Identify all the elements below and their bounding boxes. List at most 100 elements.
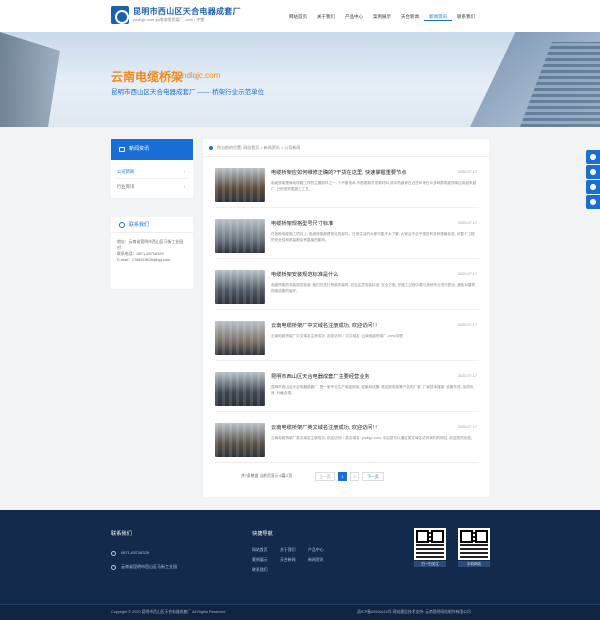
article-summary: 电缆桥架的安装规范标准: 我们在进行桥架安装时, 应当注意安装标准, 安全方面,…	[271, 283, 476, 293]
logo-subtitle: yndlqjc.com 云南电缆桥架厂 .com / 冲塑	[133, 17, 205, 22]
footer-link-about[interactable]: 关于我们	[280, 547, 296, 553]
message-icon[interactable]	[586, 180, 600, 194]
sidebar-item-company-news[interactable]: 公司新闻 ›	[117, 164, 187, 179]
article-title[interactable]: 电缆桥架安装规范标准是什么	[271, 271, 441, 278]
footer-bottom-bar: Copyright © 2020 昆明市西山区天合电器成套厂 All Right…	[0, 604, 600, 620]
logo-icon[interactable]	[111, 6, 129, 24]
footer-contact-title: 联系我们	[111, 531, 132, 537]
article-thumbnail[interactable]	[215, 270, 265, 304]
article-thumbnail[interactable]	[215, 423, 265, 457]
footer-links-title: 快捷导航	[252, 531, 273, 537]
qq-icon[interactable]	[586, 165, 600, 179]
nav-news[interactable]: 新闻资讯	[424, 12, 452, 21]
article-title[interactable]: 昆明市西山区天合电器成套厂主要经营业务	[271, 373, 441, 380]
article-summary: 昆明市西山区天合电器成套厂, 是一家专业生产电缆桥架, 密集母线槽, 低压配电柜…	[271, 385, 474, 395]
nav-tianhe-news[interactable]: 天合新闻	[396, 12, 424, 21]
article-item[interactable]: 云南电缆桥架厂英文域名注册成功, 欢迎访问! ! 2020.07.17 云南电缆桥架…	[215, 421, 479, 463]
article-item[interactable]: 电缆桥架规格型号尺寸标准 2020.07.17 在各种电缆施工项目上, 电缆桥架都是…	[215, 217, 479, 259]
top-header: 昆明市西山区天合电器成套厂 yndlqjc.com 云南电缆桥架厂 .com /…	[0, 0, 600, 32]
article-item[interactable]: 电缆桥架安装规范标准是什么 2020.07.17 电缆桥架的安装规范标准: 我们在进…	[215, 268, 479, 310]
article-image	[215, 168, 265, 202]
sidebar-item-label: 行业资讯	[117, 184, 135, 189]
article-image	[215, 423, 265, 457]
footer-link-products[interactable]: 产品中心	[308, 547, 324, 553]
floating-toolbar	[586, 150, 600, 210]
article-date: 2020.07.17	[457, 425, 477, 429]
footer-link-news[interactable]: 新闻资讯	[308, 557, 324, 563]
article-item[interactable]: 昆明市西山区天合电器成套厂主要经营业务 2020.07.17 昆明市西山区天合电器成…	[215, 370, 479, 412]
contact-body: 地址：云南省昆明市西山区马街工业园 村 联系电话：0871-65716329 E…	[111, 233, 193, 269]
qr-caption-mobile: 手机网站	[458, 561, 490, 567]
sidebar-title: 新闻资讯	[129, 146, 150, 152]
article-date: 2020.07.17	[457, 374, 477, 378]
nav-home[interactable]: 网站首页	[284, 12, 312, 21]
article-summary: 云南电缆桥架厂英文域名注册成功, 欢迎访问! ! 英文域名: yndlqjc.c…	[271, 436, 475, 440]
article-image	[215, 321, 265, 355]
article-image	[215, 270, 265, 304]
main-nav: 网站首页 关于我们 产品中心 案例展示 天合新闻 新闻资讯 联系我们	[284, 12, 480, 21]
article-title[interactable]: 电缆桥架应如何维修正确的?干货在这里, 快速掌握重要节点	[271, 169, 441, 176]
banner-url: yndlqjc.com	[178, 71, 221, 80]
article-summary: 在各种电缆施工项目上, 电缆桥架都是常见的部件。日常生活的大家可能不太了解, 大…	[271, 232, 475, 242]
news-icon	[119, 147, 125, 152]
contact-icon	[119, 222, 125, 228]
footer-link-tianhe-news[interactable]: 天合新闻	[280, 557, 296, 563]
pagination: 共7条数据 当前页显示 6篇/2页 上一页 1 2 下一页	[223, 472, 473, 482]
footer-link-home[interactable]: 网站首页	[252, 547, 268, 553]
article-date: 2020.07.17	[457, 170, 477, 174]
footer-address: 云南省昆明市西山区马街工业园	[121, 564, 177, 569]
phone-icon[interactable]	[586, 150, 600, 164]
footer-link-contact[interactable]: 联系我们	[252, 567, 268, 573]
article-thumbnail[interactable]	[215, 219, 265, 253]
footer-link-cases[interactable]: 案例展示	[252, 557, 268, 563]
chevron-right-icon: ›	[183, 169, 185, 174]
prev-page-button[interactable]: 上一页	[315, 472, 335, 481]
icp-text[interactable]: 滇ICP备20006416号 网站建设技术支持: 云南昆明网站制作有限公司	[357, 610, 471, 615]
article-date: 2020.07.17	[457, 221, 477, 225]
qr-caption-follow: 扫一扫关注	[414, 561, 446, 567]
banner-title: 云南电缆桥架	[111, 70, 184, 84]
contact-email: E-mail：1768219026@qq.com	[117, 257, 171, 262]
sidebar: 新闻资讯 公司新闻 › 行业资讯 ›	[111, 139, 193, 198]
copyright-text: Copyright © 2020 昆明市西山区天合电器成套厂 All Right…	[111, 610, 226, 614]
page-1-button[interactable]: 1	[338, 472, 347, 481]
article-date: 2020.07.17	[457, 323, 477, 327]
contact-title: 联系我们	[129, 222, 150, 228]
nav-about[interactable]: 关于我们	[312, 12, 340, 21]
qr-code-follow	[414, 528, 446, 560]
article-summary: 云南电缆桥架厂中文域名注册成功, 欢迎访问! ! 中文域名: 云南电缆桥架厂.c…	[271, 334, 403, 338]
breadcrumb-text[interactable]: 你当前的位置: 网站首页 > 新闻资讯 > 公司新闻	[217, 145, 300, 150]
contact-address: 地址：云南省昆明市西山区马街工业园	[117, 239, 184, 244]
article-item[interactable]: 电缆桥架应如何维修正确的?干货在这里, 快速掌握重要节点 2020.07.17 电缆…	[215, 166, 479, 208]
article-date: 2020.07.17	[457, 272, 477, 276]
chevron-right-icon: ›	[183, 184, 185, 189]
banner-subtitle: 昆明市西山区天合电器成套厂 —— 桥架行业示范单位	[111, 89, 265, 96]
wechat-icon[interactable]	[586, 195, 600, 209]
location-icon	[111, 565, 116, 570]
sidebar-item-label: 公司新闻	[117, 169, 135, 174]
page-2-button[interactable]: 2	[350, 472, 359, 481]
sidebar-item-industry-news[interactable]: 行业资讯 ›	[117, 179, 187, 194]
sidebar-contact: 联系我们 地址：云南省昆明市西山区马街工业园 村 联系电话：0871-65716…	[111, 217, 193, 289]
pagination-info: 共7条数据 当前页显示 6篇/2页	[241, 474, 293, 478]
logo-title[interactable]: 昆明市西山区天合电器成套厂	[133, 6, 241, 17]
footer: 联系我们 0871-65716329 云南省昆明市西山区马街工业园 快捷导航 网…	[0, 510, 600, 620]
nav-contact[interactable]: 联系我们	[452, 12, 480, 21]
article-summary: 电缆桥架是输电线路工作的主要部件之一, 个不断技术,不断更新开发新材料,其中热镀…	[271, 181, 477, 191]
article-title[interactable]: 云南电缆桥架厂英文域名注册成功, 欢迎访问! !	[271, 424, 441, 431]
next-page-button[interactable]: 下一页	[362, 472, 384, 481]
article-thumbnail[interactable]	[215, 168, 265, 202]
nav-products[interactable]: 产品中心	[340, 12, 368, 21]
article-title[interactable]: 电缆桥架规格型号尺寸标准	[271, 220, 441, 227]
article-image	[215, 219, 265, 253]
article-thumbnail[interactable]	[215, 321, 265, 355]
hero-banner: 云南电缆桥架 yndlqjc.com 昆明市西山区天合电器成套厂 —— 桥架行业…	[0, 32, 600, 127]
article-thumbnail[interactable]	[215, 372, 265, 406]
article-title[interactable]: 云南电缆桥架厂中文域名注册成功, 欢迎访问! !	[271, 322, 441, 329]
qr-code-mobile	[458, 528, 490, 560]
location-icon	[209, 146, 213, 150]
sidebar-list: 公司新闻 › 行业资讯 ›	[111, 160, 193, 198]
article-item[interactable]: 云南电缆桥架厂中文域名注册成功, 欢迎访问! ! 2020.07.17 云南电缆桥架…	[215, 319, 479, 361]
nav-cases[interactable]: 案例展示	[368, 12, 396, 21]
article-image	[215, 372, 265, 406]
